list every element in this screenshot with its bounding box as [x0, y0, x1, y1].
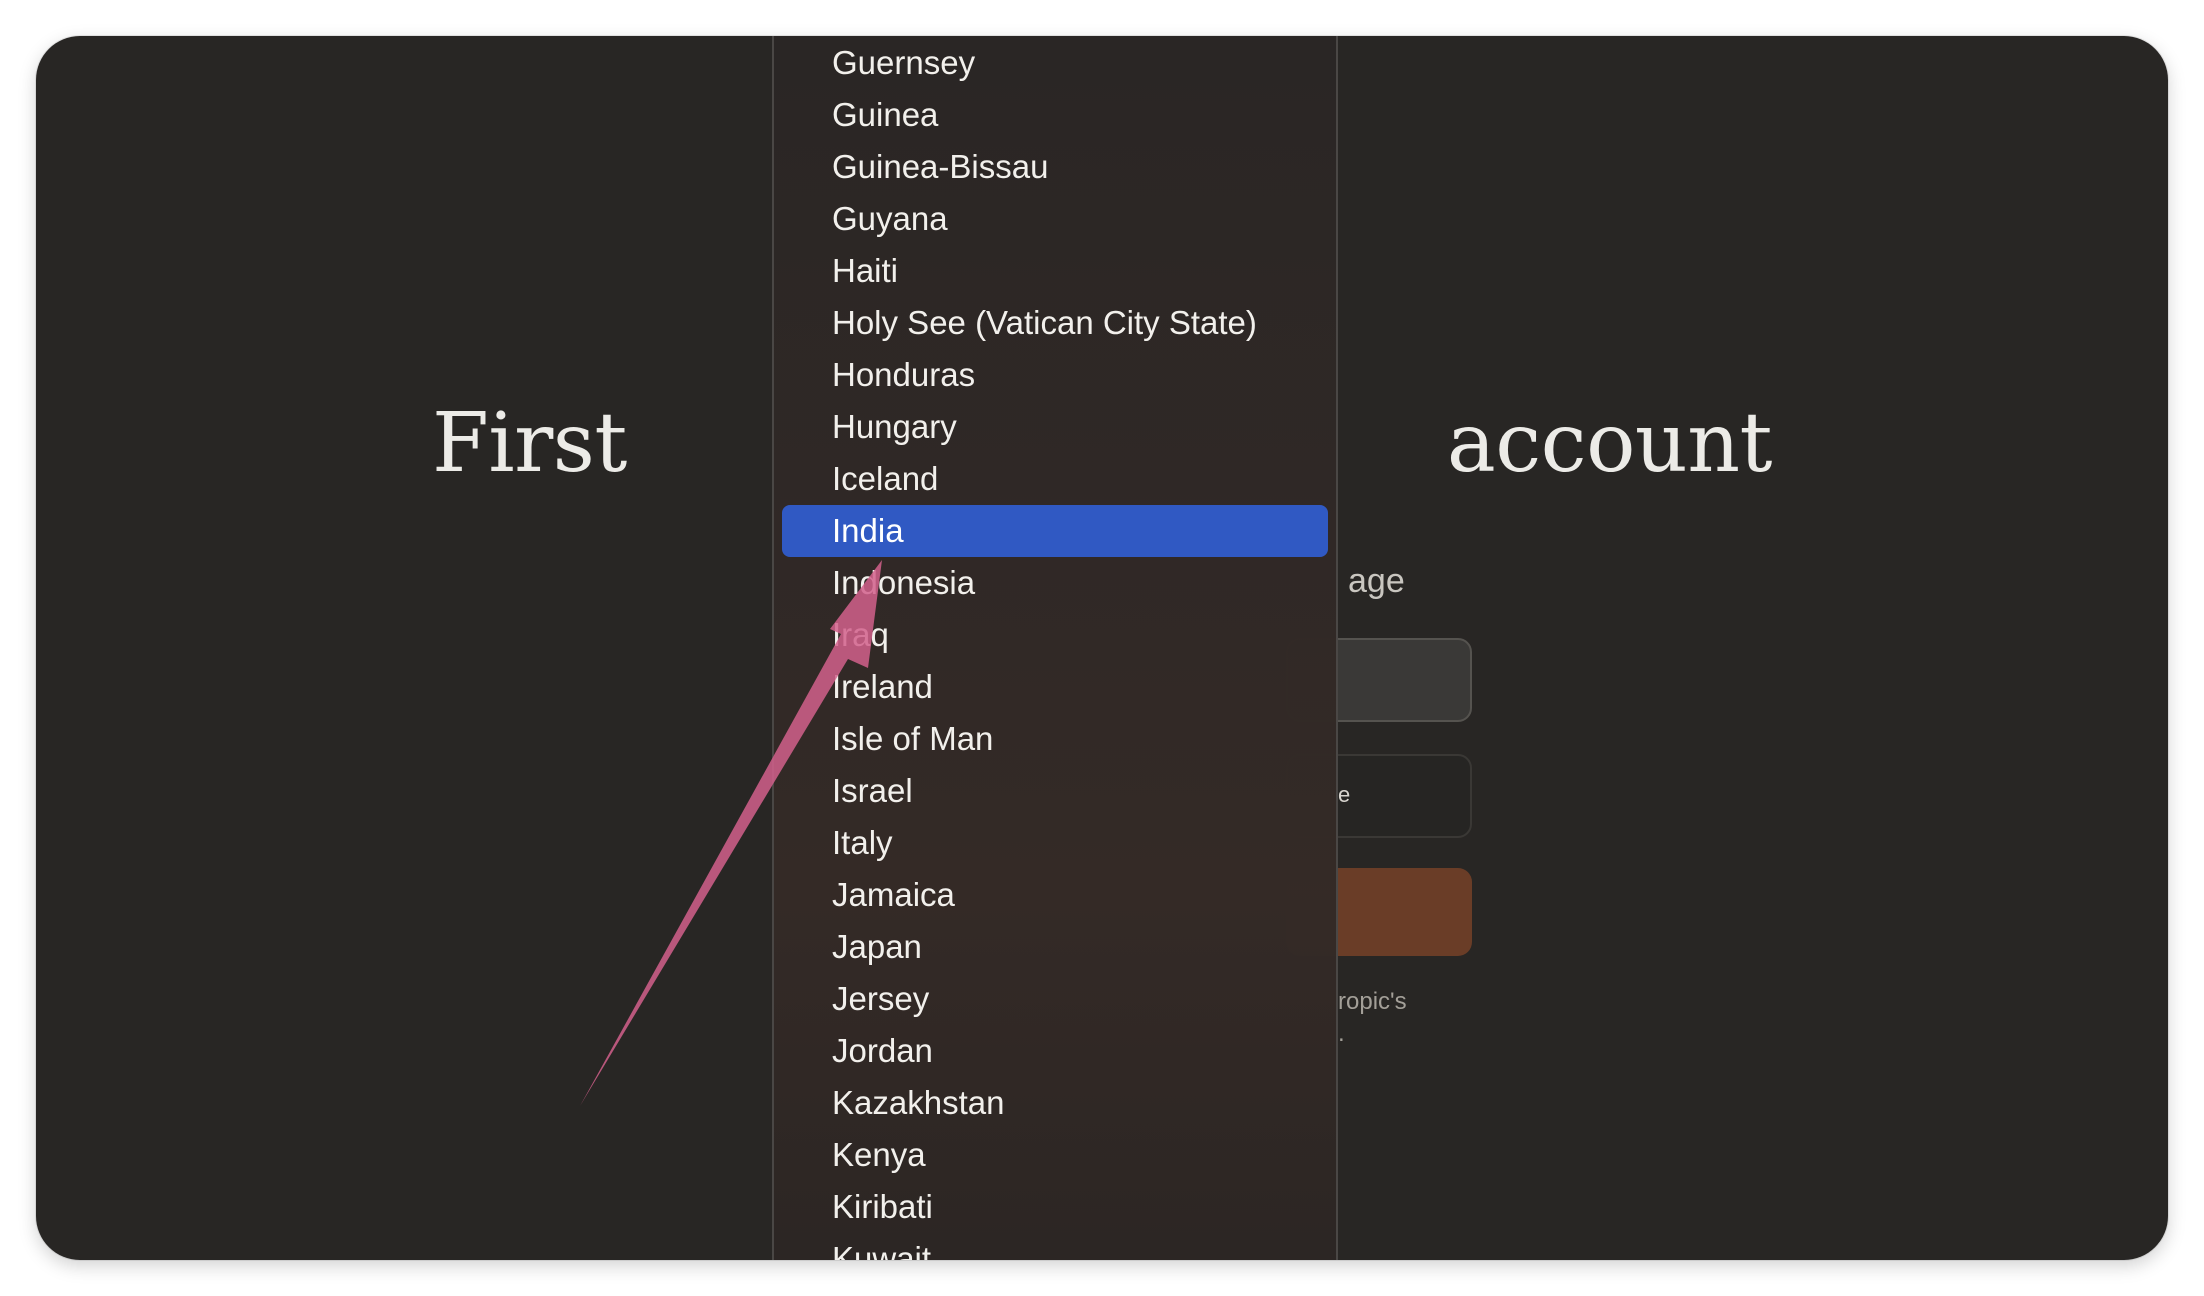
country-option-iceland[interactable]: Iceland [782, 453, 1328, 505]
title-left-fragment: First [431, 396, 627, 491]
country-option-hungary[interactable]: Hungary [782, 401, 1328, 453]
country-option-kuwait[interactable]: Kuwait [782, 1233, 1328, 1260]
country-option-holy-see[interactable]: Holy See (Vatican City State) [782, 297, 1328, 349]
country-option-kenya[interactable]: Kenya [782, 1129, 1328, 1181]
country-option-israel[interactable]: Israel [782, 765, 1328, 817]
country-option-guyana[interactable]: Guyana [782, 193, 1328, 245]
age-label: age [1348, 562, 1405, 600]
app-window: First account age e ropic's . Guernsey Gu… [36, 36, 2168, 1260]
country-dropdown-list[interactable]: Guernsey Guinea Guinea-Bissau Guyana Hai… [772, 36, 1338, 1260]
country-option-jamaica[interactable]: Jamaica [782, 869, 1328, 921]
country-option-kiribati[interactable]: Kiribati [782, 1181, 1328, 1233]
country-option-guernsey[interactable]: Guernsey [782, 37, 1328, 89]
country-option-jersey[interactable]: Jersey [782, 973, 1328, 1025]
country-option-honduras[interactable]: Honduras [782, 349, 1328, 401]
country-option-india-selected[interactable]: India [782, 505, 1328, 557]
country-option-iraq[interactable]: Iraq [782, 609, 1328, 661]
legal-text-line-1: ropic's [1338, 988, 1407, 1015]
country-option-ireland[interactable]: Ireland [782, 661, 1328, 713]
country-option-guinea[interactable]: Guinea [782, 89, 1328, 141]
country-option-kazakhstan[interactable]: Kazakhstan [782, 1077, 1328, 1129]
legal-text-line-2: . [1338, 1020, 1345, 1047]
age-confirm-label: e [1338, 782, 1351, 807]
country-option-haiti[interactable]: Haiti [782, 245, 1328, 297]
title-right-fragment: account [1446, 396, 1773, 491]
country-option-indonesia[interactable]: Indonesia [782, 557, 1328, 609]
country-option-japan[interactable]: Japan [782, 921, 1328, 973]
country-option-guinea-bissau[interactable]: Guinea-Bissau [782, 141, 1328, 193]
country-option-isle-of-man[interactable]: Isle of Man [782, 713, 1328, 765]
country-options: Guernsey Guinea Guinea-Bissau Guyana Hai… [774, 37, 1336, 1260]
country-option-jordan[interactable]: Jordan [782, 1025, 1328, 1077]
country-option-italy[interactable]: Italy [782, 817, 1328, 869]
